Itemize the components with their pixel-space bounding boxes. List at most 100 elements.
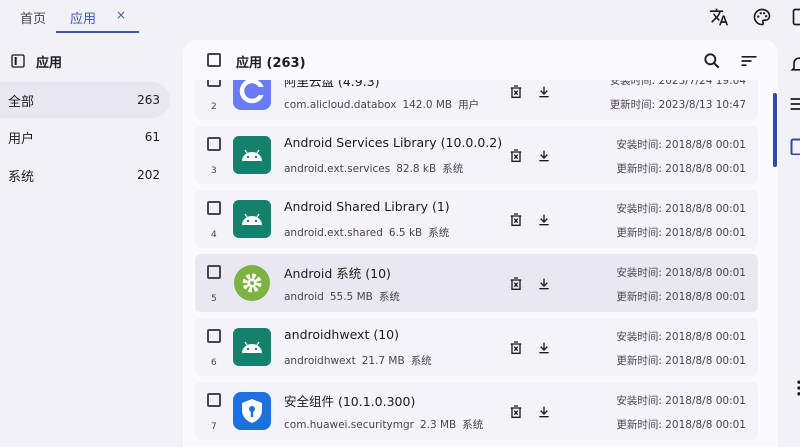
sidebar-item-count: 61 — [144, 130, 160, 144]
app-row[interactable]: 3 Android Services Library (10.0.0.2) an… — [195, 126, 758, 184]
install-time: 安装时间: 2023/7/24 19:04 — [609, 80, 746, 87]
app-row[interactable]: 6 androidhwext (10) androidhwext 21.7 MB 系… — [195, 318, 758, 376]
app-type: 系统 — [378, 291, 400, 303]
aliyun-drive-icon — [233, 80, 271, 110]
row-checkbox[interactable] — [207, 329, 221, 343]
uninstall-icon[interactable] — [508, 212, 524, 228]
android-robot-icon — [233, 328, 271, 366]
list-scrollbar[interactable] — [773, 93, 777, 167]
app-row[interactable]: 7 安全组件 (10.1.0.300) com.huawei.securitym… — [195, 382, 758, 440]
app-size: 6.5 kB — [388, 227, 423, 239]
row-checkbox[interactable] — [207, 80, 221, 87]
app-name: Android Shared Library (1) — [284, 199, 450, 214]
app-list: 2 阿里云盘 (4.9.3) com.alicloud.databox 142.0… — [183, 80, 778, 447]
app-size: 82.8 kB — [396, 163, 437, 175]
app-list-panel: 应用 (263) 2 阿里云盘 (4.9.3) com.alicloud.dat… — [183, 40, 778, 447]
palette-icon[interactable] — [752, 7, 772, 27]
download-icon[interactable] — [536, 276, 552, 292]
app-package: android.ext.services — [284, 163, 391, 175]
app-type: 用户 — [458, 99, 480, 111]
app-type: 系统 — [428, 227, 450, 239]
search-icon[interactable] — [702, 51, 722, 71]
row-checkbox[interactable] — [207, 137, 221, 151]
uninstall-icon[interactable] — [508, 84, 524, 100]
row-index: 7 — [211, 422, 217, 432]
exit-icon[interactable] — [791, 7, 800, 27]
download-icon[interactable] — [536, 212, 552, 228]
app-row[interactable]: 5 Android 系统 (10) android 55.5 MB 系统 安装时间:… — [195, 254, 758, 312]
row-index: 5 — [211, 294, 217, 304]
app-name: Android 系统 (10) — [284, 266, 391, 281]
android-robot-icon — [233, 200, 271, 238]
android-gear-icon — [233, 264, 271, 302]
tab-apps[interactable]: 应用 — [70, 8, 96, 27]
app-type: 系统 — [410, 355, 432, 367]
install-time: 安装时间: 2018/8/8 00:01 — [616, 267, 746, 279]
menu-icon[interactable] — [789, 94, 800, 112]
row-checkbox[interactable] — [207, 393, 221, 407]
security-shield-icon — [233, 392, 271, 430]
panel-toggle-icon[interactable] — [789, 137, 800, 155]
app-size: 142.0 MB — [402, 99, 453, 111]
update-time: 更新时间: 2018/8/8 00:01 — [616, 227, 746, 239]
tab-home[interactable]: 首页 — [20, 8, 46, 27]
row-checkbox[interactable] — [207, 201, 221, 215]
update-time: 更新时间: 2023/8/13 10:47 — [609, 99, 746, 111]
sidebar-item-label: 系统 — [8, 169, 35, 185]
top-bar: 首页 应用 × — [0, 0, 800, 36]
uninstall-icon[interactable] — [508, 340, 524, 356]
sidebar-title: 应用 — [36, 55, 63, 71]
row-index: 4 — [211, 230, 217, 240]
android-robot-icon — [233, 136, 271, 174]
sort-icon[interactable] — [739, 51, 759, 71]
row-index: 2 — [211, 102, 217, 112]
select-all-checkbox[interactable] — [207, 53, 221, 67]
app-row[interactable]: 2 阿里云盘 (4.9.3) com.alicloud.databox 142.0… — [195, 80, 758, 120]
app-size: 21.7 MB — [361, 355, 405, 367]
update-time: 更新时间: 2018/8/8 00:01 — [616, 163, 746, 175]
sidebar-item-count: 263 — [137, 93, 160, 107]
install-time: 安装时间: 2018/8/8 00:01 — [616, 139, 746, 151]
app-name: Android Services Library (10.0.0.2) — [284, 135, 503, 150]
app-package: androidhwext — [284, 355, 356, 367]
row-checkbox[interactable] — [207, 265, 221, 279]
download-icon[interactable] — [536, 404, 552, 420]
update-time: 更新时间: 2018/8/8 00:01 — [616, 291, 746, 303]
notification-icon[interactable] — [789, 54, 800, 72]
sidebar-header: 应用 — [10, 51, 62, 71]
install-time: 安装时间: 2018/8/8 00:01 — [616, 395, 746, 407]
sidebar-item-label: 用户 — [8, 131, 35, 147]
app-row[interactable]: 4 Android Shared Library (1) android.ext… — [195, 190, 758, 248]
app-size: 2.3 MB — [419, 419, 457, 431]
uninstall-icon[interactable] — [508, 148, 524, 164]
app-size: 55.5 MB — [329, 291, 373, 303]
app-package: com.alicloud.databox — [284, 99, 397, 111]
sidebar-item-count: 202 — [137, 168, 160, 182]
row-index: 6 — [211, 358, 217, 368]
uninstall-icon[interactable] — [508, 404, 524, 420]
app-name: androidhwext (10) — [284, 327, 399, 342]
collapse-sidebar-icon[interactable] — [10, 53, 26, 69]
app-name: 阿里云盘 (4.9.3) — [284, 80, 380, 89]
app-type: 系统 — [442, 163, 464, 175]
app-type: 系统 — [462, 419, 484, 431]
more-icon[interactable] — [789, 378, 800, 396]
download-icon[interactable] — [536, 340, 552, 356]
download-icon[interactable] — [536, 148, 552, 164]
install-time: 安装时间: 2018/8/8 00:01 — [616, 203, 746, 215]
sidebar-item-all[interactable]: 全部 263 — [0, 82, 170, 118]
sidebar-item-system[interactable]: 系统 202 — [0, 157, 170, 193]
translate-icon[interactable] — [709, 7, 729, 27]
update-time: 更新时间: 2018/8/8 00:01 — [616, 419, 746, 431]
app-package: android — [284, 291, 324, 303]
update-time: 更新时间: 2018/8/8 00:01 — [616, 355, 746, 367]
panel-title: 应用 (263) — [236, 56, 306, 71]
app-name: 安全组件 (10.1.0.300) — [284, 394, 416, 409]
row-index: 3 — [211, 166, 217, 176]
app-package: android.ext.shared — [284, 227, 383, 239]
sidebar-item-user[interactable]: 用户 61 — [0, 119, 170, 155]
panel-header: 应用 (263) — [183, 40, 778, 80]
download-icon[interactable] — [536, 84, 552, 100]
tab-close-button[interactable]: × — [116, 8, 126, 22]
uninstall-icon[interactable] — [508, 276, 524, 292]
